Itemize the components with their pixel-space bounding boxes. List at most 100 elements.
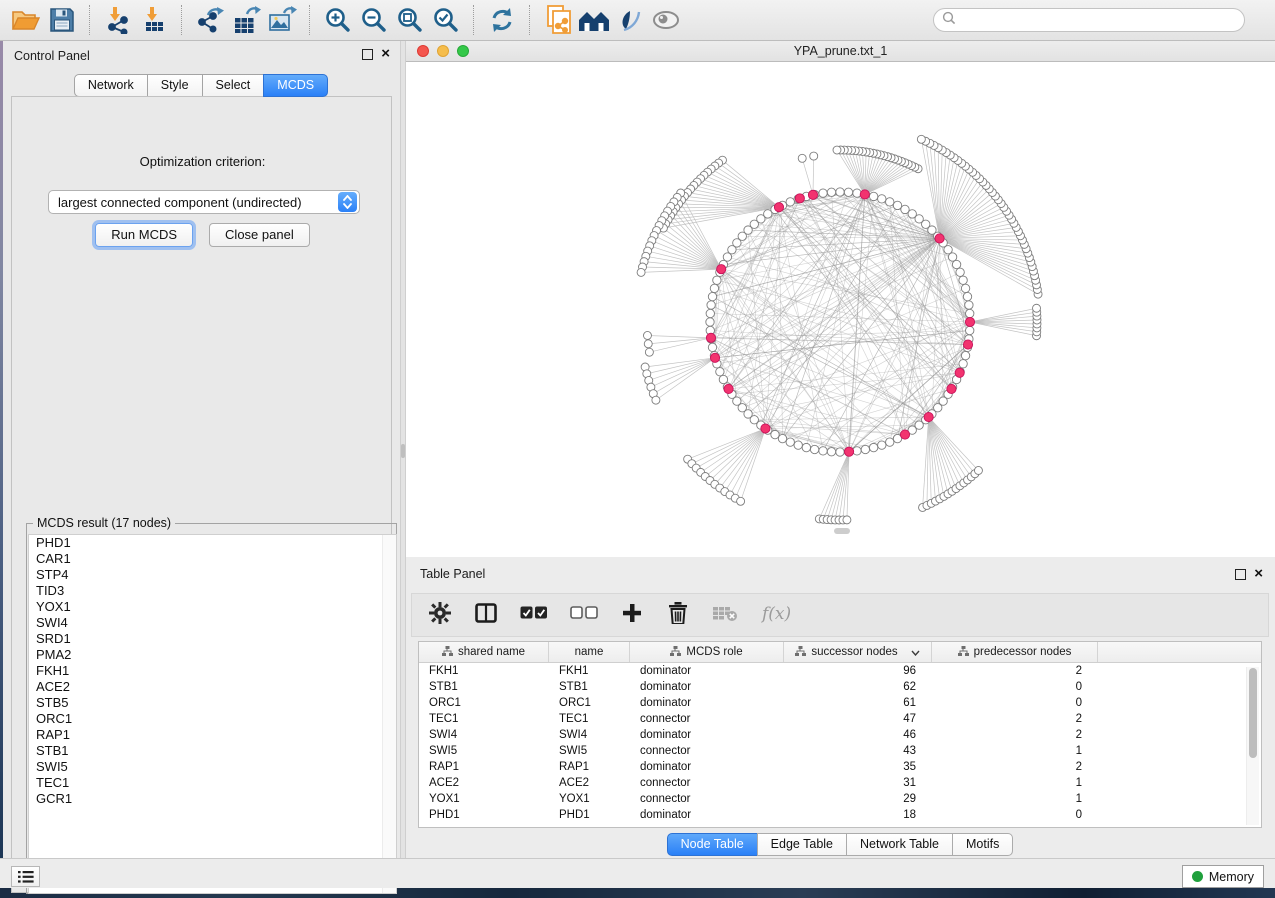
mcds-result-item[interactable]: PHD1 xyxy=(29,535,396,551)
close-panel-icon[interactable]: × xyxy=(1254,568,1263,580)
mcds-result-item[interactable]: STB5 xyxy=(29,695,396,711)
panel-splitter-handle[interactable] xyxy=(401,444,405,458)
toolbar-separator xyxy=(309,5,311,35)
search-box[interactable] xyxy=(933,8,1245,32)
search-icon xyxy=(942,11,956,30)
table-row[interactable]: TEC1TEC1connector472 xyxy=(419,711,1261,727)
toolbar-button-export-table[interactable] xyxy=(228,4,264,36)
mcds-result-item[interactable]: SWI4 xyxy=(29,615,396,631)
table-row[interactable]: SWI4SWI4dominator462 xyxy=(419,727,1261,743)
mcds-result-item[interactable]: CAR1 xyxy=(29,551,396,567)
table-scrollbar-thumb[interactable] xyxy=(1249,668,1257,758)
table-row[interactable]: SWI5SWI5connector431 xyxy=(419,743,1261,759)
tab-network-table[interactable]: Network Table xyxy=(846,833,953,856)
mcds-result-item[interactable]: PMA2 xyxy=(29,647,396,663)
mcds-result-item[interactable]: YOX1 xyxy=(29,599,396,615)
export-table-icon xyxy=(231,6,261,34)
run-mcds-button[interactable]: Run MCDS xyxy=(95,223,193,247)
float-panel-icon[interactable] xyxy=(362,49,373,60)
cell-MCDS-role: connector xyxy=(630,777,784,789)
tab-select[interactable]: Select xyxy=(202,74,265,97)
table-toolbar-button-deselect-all-rows[interactable] xyxy=(570,601,598,629)
float-panel-icon[interactable] xyxy=(1235,569,1246,580)
table-toolbar-button-show-column-panel[interactable] xyxy=(474,601,498,629)
cell-successor-nodes: 96 xyxy=(784,665,932,677)
automation-panel-button[interactable] xyxy=(11,866,40,887)
close-panel-icon[interactable]: × xyxy=(381,48,390,60)
column-header-name[interactable]: name xyxy=(549,642,630,662)
toolbar-button-import-network[interactable] xyxy=(100,4,136,36)
network-window-titlebar[interactable]: YPA_prune.txt_1 xyxy=(406,41,1275,62)
tab-network[interactable]: Network xyxy=(74,74,148,97)
column-header-successor-nodes[interactable]: successor nodes xyxy=(784,642,932,662)
mcds-result-list[interactable]: PHD1CAR1STP4TID3YOX1SWI4SRD1PMA2FKH1ACE2… xyxy=(28,534,397,894)
mcds-list-scrollbar[interactable] xyxy=(382,535,396,893)
table-row[interactable]: ORC1ORC1dominator610 xyxy=(419,695,1261,711)
tab-mcds[interactable]: MCDS xyxy=(263,74,328,97)
tab-edge-table[interactable]: Edge Table xyxy=(757,833,847,856)
mcds-result-item[interactable]: TID3 xyxy=(29,583,396,599)
toolbar-button-zoom-fit[interactable] xyxy=(392,4,428,36)
mcds-result-item[interactable]: SRD1 xyxy=(29,631,396,647)
table-toolbar-button-delete-table xyxy=(712,601,738,629)
table-toolbar-button-add-column[interactable] xyxy=(620,601,644,629)
toolbar-button-toggle-graphics-details[interactable] xyxy=(612,4,648,36)
toolbar-button-zoom-out[interactable] xyxy=(356,4,392,36)
table-toolbar-button-delete-column[interactable] xyxy=(666,601,690,629)
mcds-result-item[interactable]: GCR1 xyxy=(29,791,396,807)
cell-successor-nodes: 43 xyxy=(784,745,932,757)
optimization-criterion-label: Optimization criterion: xyxy=(12,154,393,169)
close-panel-button[interactable]: Close panel xyxy=(209,223,310,247)
table-row[interactable]: FKH1FKH1dominator962 xyxy=(419,663,1261,679)
sort-chevron-icon[interactable] xyxy=(911,647,920,659)
table-row[interactable]: PHD1PHD1dominator180 xyxy=(419,807,1261,823)
toolbar-button-network-from-selection[interactable] xyxy=(540,4,576,36)
toolbar-button-welcome-screen[interactable] xyxy=(576,4,612,36)
mcds-result-item[interactable]: ORC1 xyxy=(29,711,396,727)
tab-node-table[interactable]: Node Table xyxy=(667,833,758,856)
column-header-shared-name[interactable]: shared name xyxy=(419,642,549,662)
table-row[interactable]: ACE2ACE2connector311 xyxy=(419,775,1261,791)
mcds-result-item[interactable]: RAP1 xyxy=(29,727,396,743)
network-hscrollbar-thumb[interactable] xyxy=(834,528,850,534)
table-row[interactable]: YOX1YOX1connector291 xyxy=(419,791,1261,807)
column-header-label: predecessor nodes xyxy=(974,646,1072,658)
table-toolbar-button-table-settings[interactable] xyxy=(428,601,452,629)
mcds-result-item[interactable]: SWI5 xyxy=(29,759,396,775)
cell-successor-nodes: 47 xyxy=(784,713,932,725)
tab-motifs[interactable]: Motifs xyxy=(952,833,1013,856)
toolbar-button-open-file[interactable] xyxy=(8,4,44,36)
mcds-result-item[interactable]: ACE2 xyxy=(29,679,396,695)
toolbar-button-refresh[interactable] xyxy=(484,4,520,36)
mcds-result-item[interactable]: TEC1 xyxy=(29,775,396,791)
toolbar-button-zoom-selected[interactable] xyxy=(428,4,464,36)
cell-name: RAP1 xyxy=(549,761,630,773)
column-header-MCDS-role[interactable]: MCDS role xyxy=(630,642,784,662)
memory-button[interactable]: Memory xyxy=(1182,865,1264,888)
network-graph-canvas[interactable] xyxy=(406,62,1275,557)
toolbar-button-zoom-in[interactable] xyxy=(320,4,356,36)
toolbar-button-export-image[interactable] xyxy=(264,4,300,36)
cell-MCDS-role: connector xyxy=(630,793,784,805)
table-panel-tabs: Node TableEdge TableNetwork TableMotifs xyxy=(406,833,1275,856)
network-view-window[interactable]: YPA_prune.txt_1 xyxy=(406,41,1275,557)
table-row[interactable]: STB1STB1dominator620 xyxy=(419,679,1261,695)
toolbar-button-export-network[interactable] xyxy=(192,4,228,36)
cell-predecessor-nodes: 1 xyxy=(932,745,1098,757)
tab-style[interactable]: Style xyxy=(147,74,203,97)
mcds-result-item[interactable]: FKH1 xyxy=(29,663,396,679)
node-table[interactable]: shared namenameMCDS rolesuccessor nodes p… xyxy=(418,641,1262,828)
toolbar-button-show-hide-panels[interactable] xyxy=(648,4,684,36)
search-input[interactable] xyxy=(961,10,1244,30)
mcds-result-item[interactable]: STP4 xyxy=(29,567,396,583)
select-all-icon xyxy=(520,606,548,625)
table-scrollbar-track[interactable] xyxy=(1246,667,1259,825)
control-panel-title: Control Panel xyxy=(14,49,90,63)
toolbar-button-import-table[interactable] xyxy=(136,4,172,36)
column-header-predecessor-nodes[interactable]: predecessor nodes xyxy=(932,642,1098,662)
optimization-criterion-select[interactable]: largest connected component (undirected) xyxy=(48,190,360,214)
mcds-result-item[interactable]: STB1 xyxy=(29,743,396,759)
table-toolbar-button-select-all-rows[interactable] xyxy=(520,601,548,629)
table-row[interactable]: RAP1RAP1dominator352 xyxy=(419,759,1261,775)
toolbar-button-save-session[interactable] xyxy=(44,4,80,36)
